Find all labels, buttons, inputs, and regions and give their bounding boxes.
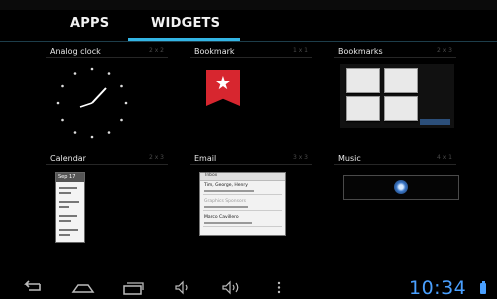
- calendar-event: [59, 229, 78, 231]
- calendar-event: [59, 206, 69, 208]
- back-icon[interactable]: [20, 276, 44, 299]
- calendar-event: [59, 192, 71, 194]
- email-snippet: [204, 206, 248, 208]
- email-sender: Graphics Sponsors: [204, 199, 246, 204]
- email-snippet: [204, 222, 252, 224]
- widget-divider: [46, 57, 168, 58]
- recent-apps-icon[interactable]: [120, 276, 146, 299]
- widget-size: 2 x 3: [437, 47, 452, 54]
- bookmark-thumbnail: [346, 68, 380, 93]
- top-bezel: [0, 0, 497, 10]
- email-account: Inbox: [205, 173, 218, 178]
- play-icon: [394, 180, 408, 194]
- bookmark-icon: ★: [206, 70, 240, 106]
- bookmarks-preview: [340, 64, 454, 128]
- email-snippet: [204, 190, 254, 192]
- widget-divider: [190, 57, 312, 58]
- tab-bar: APPS WIDGETS: [0, 12, 497, 42]
- bookmark-thumbnail: [384, 68, 418, 93]
- calendar-event: [59, 215, 77, 217]
- widget-divider: [46, 164, 168, 165]
- analog-clock-preview: [56, 67, 128, 139]
- star-icon: ★: [214, 73, 232, 94]
- email-header: Inbox: [200, 173, 285, 181]
- calendar-event: [59, 220, 71, 222]
- tab-divider: [0, 41, 497, 42]
- widget-size: 4 x 1: [437, 154, 452, 161]
- widget-name: Bookmark: [194, 47, 235, 56]
- tab-widgets[interactable]: WIDGETS: [151, 16, 220, 31]
- bookmark-thumbnail: [384, 96, 418, 121]
- widget-size: 2 x 3: [149, 154, 164, 161]
- menu-icon[interactable]: [274, 276, 284, 299]
- volume-up-icon[interactable]: [220, 276, 242, 299]
- widget-analog-clock[interactable]: Analog clock 2 x 2: [44, 45, 170, 150]
- widget-name: Email: [194, 154, 217, 163]
- status-clock: 10:34: [409, 277, 467, 299]
- email-item: Graphics Sponsors: [203, 198, 282, 211]
- email-item: Tim, George, Henry: [203, 182, 282, 195]
- tab-apps[interactable]: APPS: [70, 16, 109, 31]
- email-sender: Marco Cavillero: [204, 215, 239, 220]
- calendar-event: [59, 234, 70, 236]
- home-icon[interactable]: [70, 276, 96, 299]
- calendar-event: [59, 187, 77, 189]
- widget-divider: [334, 164, 456, 165]
- email-preview: Inbox Tim, George, Henry Graphics Sponso…: [199, 172, 286, 236]
- music-preview: [343, 175, 459, 200]
- calendar-date: Sep 17: [58, 174, 76, 180]
- bookmark-thumbnail: [346, 96, 380, 121]
- widget-name: Music: [338, 154, 361, 163]
- email-item: Marco Cavillero: [203, 214, 282, 227]
- battery-icon: [480, 281, 486, 294]
- widget-divider: [190, 164, 312, 165]
- calendar-event: [59, 201, 79, 203]
- volume-down-icon[interactable]: [173, 276, 193, 299]
- calendar-preview: Sep 17: [55, 172, 85, 243]
- email-sender: Tim, George, Henry: [204, 183, 248, 188]
- widget-name: Analog clock: [50, 47, 101, 56]
- widget-size: 1 x 1: [293, 47, 308, 54]
- widget-size: 3 x 3: [293, 154, 308, 161]
- widget-name: Calendar: [50, 154, 86, 163]
- widget-divider: [334, 57, 456, 58]
- widget-size: 2 x 2: [149, 47, 164, 54]
- calendar-header: Sep 17: [56, 173, 84, 182]
- widget-name: Bookmarks: [338, 47, 383, 56]
- widget-music[interactable]: Music 4 x 1: [332, 152, 458, 257]
- bookmarks-footer: [420, 119, 450, 125]
